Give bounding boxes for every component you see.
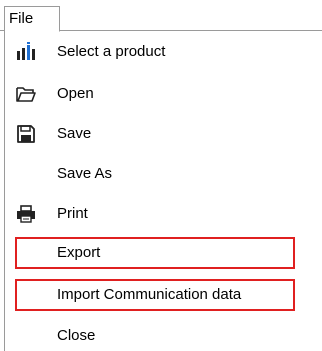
file-menu-screen: File Select a product Open Save Save As … [0,0,322,351]
menu-item-label: Print [57,205,88,222]
folder-open-icon [16,87,36,102]
menu-item-open[interactable]: Open [15,78,295,110]
menu-item-label: Save [57,125,92,142]
menu-bar: File [0,0,322,32]
menu-item-export[interactable]: Export [15,237,295,269]
menu-item-label: Close [57,327,96,344]
file-menu-tab[interactable]: File [4,6,60,32]
menu-item-print[interactable]: Print [15,198,295,230]
menu-item-close[interactable]: Close [15,320,295,351]
menu-item-import-communication-data[interactable]: Import Communication data [15,279,295,311]
menu-item-label: Export [57,244,101,261]
menu-item-select-product[interactable]: Select a product [15,36,295,68]
menu-item-label: Select a product [57,43,166,60]
menu-item-label: Import Communication data [57,286,242,303]
menu-item-save-as[interactable]: Save As [15,158,295,190]
menu-item-label: Save As [57,165,113,182]
file-dropdown-menu: Select a product Open Save Save As Print… [4,31,322,351]
floppy-disk-icon [17,125,35,143]
file-menu-label: File [9,10,34,27]
menu-item-label: Open [57,85,94,102]
product-bars-icon [17,42,35,60]
menu-item-save[interactable]: Save [15,118,295,150]
printer-icon [17,205,35,223]
